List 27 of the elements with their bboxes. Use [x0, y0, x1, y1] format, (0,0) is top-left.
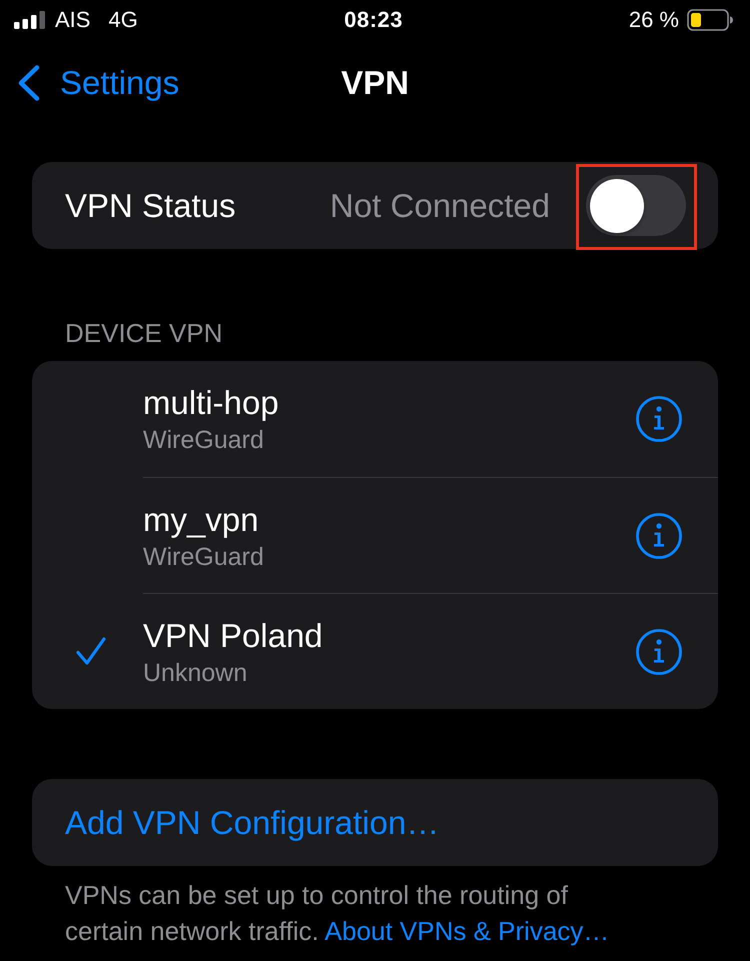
- carrier-name: AIS: [55, 7, 90, 33]
- battery-percentage: 26 %: [628, 7, 679, 33]
- status-value: Not Connected: [330, 186, 550, 226]
- vpn-list-item[interactable]: my_vpn WireGuard: [32, 477, 718, 593]
- battery-icon: [687, 9, 733, 31]
- signal-icon: [14, 11, 46, 29]
- vpn-list-item[interactable]: VPN Poland Unknown: [32, 593, 718, 709]
- vpn-type: Unknown: [143, 658, 248, 688]
- vpn-type: WireGuard: [143, 425, 264, 455]
- back-button[interactable]: Settings: [18, 63, 180, 103]
- status-label: VPN Status: [65, 186, 236, 226]
- clock-time: 08:23: [344, 7, 403, 33]
- info-icon[interactable]: [636, 512, 682, 558]
- info-icon[interactable]: [636, 396, 682, 442]
- vpn-name: my_vpn: [143, 500, 259, 540]
- vpn-list-item[interactable]: multi-hop WireGuard: [32, 361, 718, 477]
- vpn-name: VPN Poland: [143, 616, 323, 656]
- privacy-link[interactable]: About VPNs & Privacy…: [324, 916, 610, 946]
- vpn-type: WireGuard: [143, 542, 264, 572]
- vpn-name: multi-hop: [143, 383, 279, 423]
- network-type: 4G: [108, 7, 138, 33]
- section-header: DEVICE VPN: [65, 319, 222, 347]
- add-vpn-button[interactable]: Add VPN Configuration…: [32, 779, 718, 866]
- page-title: VPN: [341, 63, 409, 103]
- back-chevron-icon: [18, 65, 40, 101]
- info-icon[interactable]: [636, 628, 682, 674]
- footer-note: VPNs can be set up to control the routing of certain network traffic. About VPNs & Privacy…: [65, 879, 610, 948]
